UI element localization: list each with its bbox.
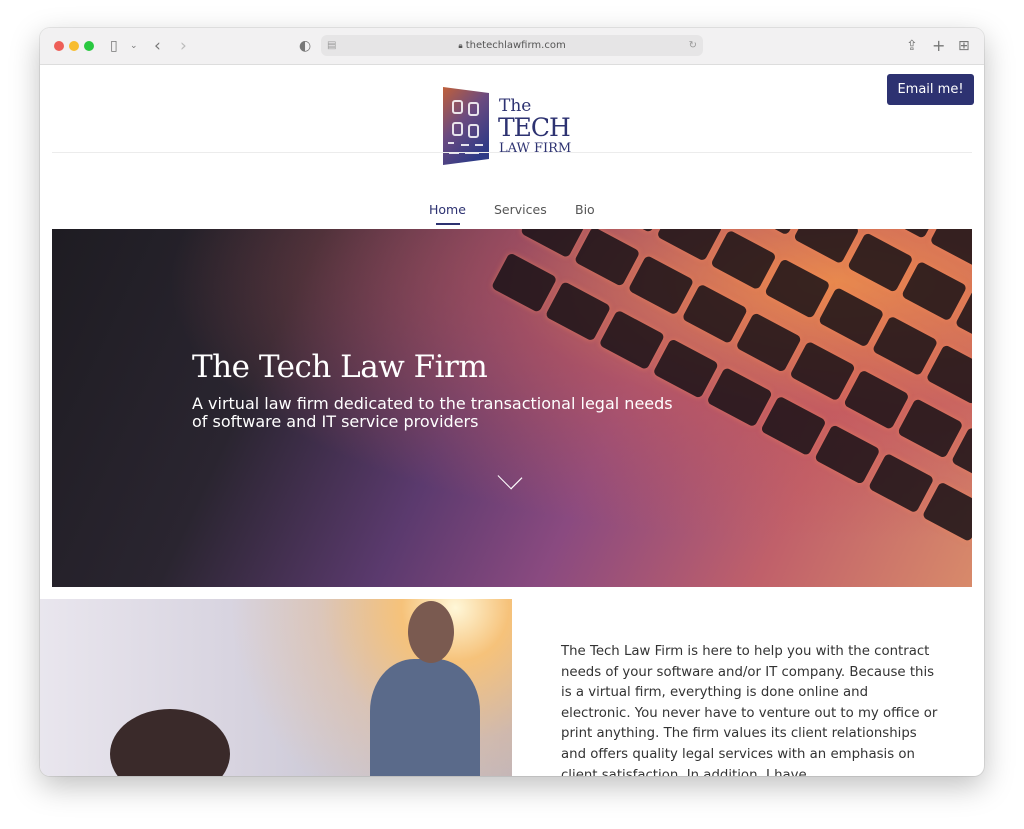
reader-icon[interactable]: ▤ [327,35,336,56]
new-tab-icon[interactable]: + [932,37,945,55]
share-icon[interactable]: ⇪ [906,37,918,55]
back-icon[interactable]: ‹ [154,37,161,55]
scroll-down-chevron-icon[interactable] [497,464,523,490]
logo-text-tech: TECH [498,113,571,142]
chevron-down-icon[interactable]: ⌄ [130,37,138,55]
sidebar-icon[interactable]: ▯ [110,37,118,55]
site-header: The TECH LAW FIRM Email me! [40,65,984,189]
maximize-window-button[interactable] [84,41,94,51]
nav-item-home[interactable]: Home [429,202,466,217]
hero-banner: The Tech Law Firm A virtual law firm ded… [52,229,972,587]
hero-subtitle: A virtual law firm dedicated to the tran… [192,394,673,431]
reload-icon[interactable]: ↻ [689,35,697,56]
site-logo[interactable]: The TECH LAW FIRM [443,87,593,167]
url-text: thetechlawfirm.com [465,40,566,51]
address-bar[interactable]: ▤ 🔒︎ thetechlawfirm.com ↻ [321,35,703,56]
minimize-window-button[interactable] [69,41,79,51]
browser-toolbar: ▯ ⌄ ‹ › ◐ ▤ 🔒︎ thetechlawfirm.com ↻ ⇪ + … [40,28,984,65]
about-paragraph: The Tech Law Firm is here to help you wi… [561,644,938,776]
person-silhouette [110,709,230,776]
nav-active-indicator [436,223,460,225]
nav-item-services[interactable]: Services [494,202,547,217]
header-divider [52,152,972,153]
hero-title: The Tech Law Firm [192,349,488,385]
email-me-button[interactable]: Email me! [887,74,974,105]
person-silhouette [370,659,480,776]
tab-overview-icon[interactable]: ⊞ [958,37,970,55]
lock-icon: 🔒︎ [458,41,463,50]
person-head [408,601,454,663]
browser-window: ▯ ⌄ ‹ › ◐ ▤ 🔒︎ thetechlawfirm.com ↻ ⇪ + … [40,28,984,776]
nav-item-bio[interactable]: Bio [575,202,595,217]
office-photo [40,599,512,776]
forward-icon[interactable]: › [180,37,187,55]
shield-icon[interactable]: ◐ [299,37,311,55]
close-window-button[interactable] [54,41,64,51]
logo-text-law-firm: LAW FIRM [499,141,572,156]
